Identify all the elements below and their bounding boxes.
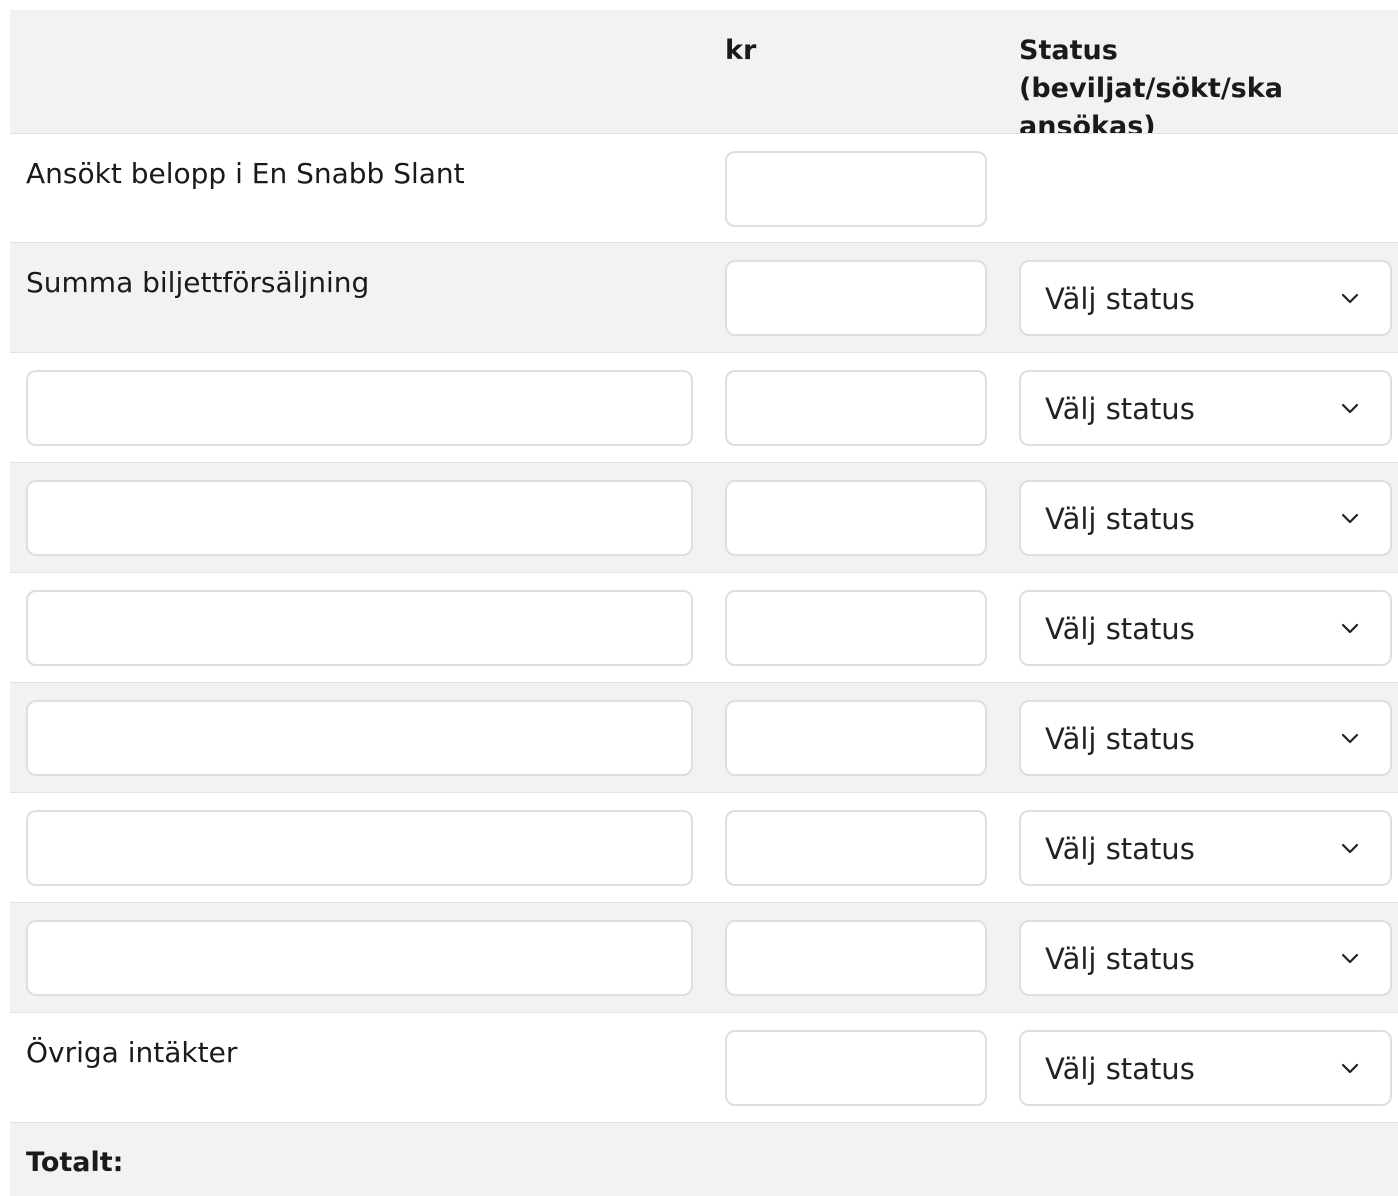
chevron-down-icon: [1341, 953, 1359, 964]
chevron-down-icon: [1341, 293, 1359, 304]
table-header-row: kr Status (beviljat/sökt/ska ansökas): [10, 10, 1398, 142]
description-input[interactable]: [26, 480, 693, 556]
table-row-other-income: Övriga intäkter Välj status: [10, 1012, 1398, 1122]
status-select-value: Välj status: [1045, 1052, 1195, 1086]
chevron-down-icon: [1341, 733, 1359, 744]
chevron-down-icon: [1341, 1063, 1359, 1074]
status-select-value: Välj status: [1045, 502, 1195, 536]
status-select[interactable]: Välj status: [1019, 1030, 1392, 1106]
total-label: Totalt:: [26, 1147, 124, 1178]
amount-input[interactable]: [725, 920, 987, 996]
status-select[interactable]: Välj status: [1019, 920, 1392, 996]
amount-input[interactable]: [725, 1030, 987, 1106]
status-select[interactable]: Välj status: [1019, 480, 1392, 556]
amount-input[interactable]: [725, 370, 987, 446]
amount-input[interactable]: [725, 590, 987, 666]
status-select[interactable]: Välj status: [1019, 590, 1392, 666]
chevron-down-icon: [1341, 513, 1359, 524]
status-select[interactable]: Välj status: [1019, 260, 1392, 336]
table-row-custom-income: Välj status: [10, 792, 1398, 902]
status-select[interactable]: Välj status: [1019, 370, 1392, 446]
description-input[interactable]: [26, 370, 693, 446]
table-row-total: Totalt:: [10, 1122, 1398, 1196]
description-input[interactable]: [26, 590, 693, 666]
row-label: Summa biljettförsäljning: [26, 266, 370, 299]
amount-input[interactable]: [725, 810, 987, 886]
amount-input[interactable]: [725, 480, 987, 556]
amount-input[interactable]: [725, 151, 987, 227]
column-header-status: Status (beviljat/sökt/ska ansökas): [1019, 35, 1283, 142]
status-select[interactable]: Välj status: [1019, 810, 1392, 886]
status-select[interactable]: Välj status: [1019, 700, 1392, 776]
status-select-value: Välj status: [1045, 612, 1195, 646]
table-row-custom-income: Välj status: [10, 572, 1398, 682]
row-label: Ansökt belopp i En Snabb Slant: [26, 157, 465, 190]
description-input[interactable]: [26, 810, 693, 886]
status-select-value: Välj status: [1045, 832, 1195, 866]
row-label: Övriga intäkter: [26, 1036, 238, 1069]
status-select-value: Välj status: [1045, 722, 1195, 756]
table-row-custom-income: Välj status: [10, 462, 1398, 572]
chevron-down-icon: [1341, 403, 1359, 414]
table-row-applied-amount: Ansökt belopp i En Snabb Slant: [10, 133, 1398, 242]
income-table: kr Status (beviljat/sökt/ska ansökas) An…: [10, 10, 1398, 1196]
amount-input[interactable]: [725, 700, 987, 776]
status-select-value: Välj status: [1045, 392, 1195, 426]
description-input[interactable]: [26, 920, 693, 996]
chevron-down-icon: [1341, 843, 1359, 854]
column-header-amount: kr: [725, 35, 757, 66]
table-row-custom-income: Välj status: [10, 902, 1398, 1012]
amount-input[interactable]: [725, 260, 987, 336]
table-row-custom-income: Välj status: [10, 352, 1398, 462]
status-select-value: Välj status: [1045, 282, 1195, 316]
description-input[interactable]: [26, 700, 693, 776]
table-row-ticket-sales: Summa biljettförsäljning Välj status: [10, 242, 1398, 352]
status-select-value: Välj status: [1045, 942, 1195, 976]
chevron-down-icon: [1341, 623, 1359, 634]
table-row-custom-income: Välj status: [10, 682, 1398, 792]
